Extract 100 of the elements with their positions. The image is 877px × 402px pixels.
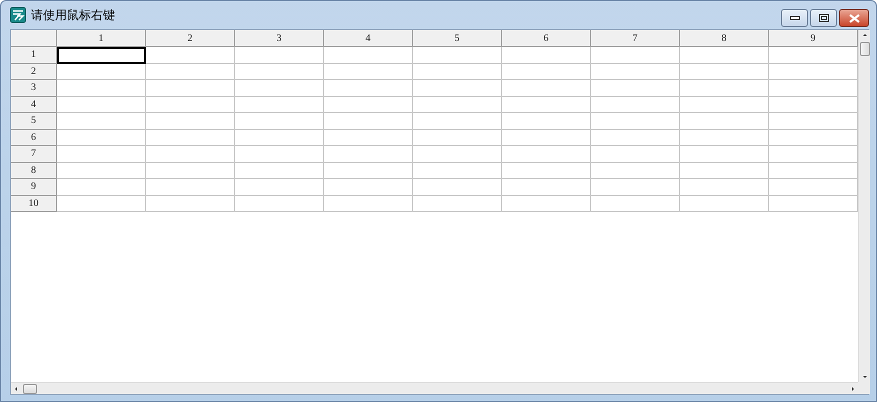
- row-header[interactable]: 9: [11, 179, 57, 196]
- table-cell[interactable]: [146, 130, 235, 146]
- table-cell[interactable]: [146, 80, 235, 96]
- table-cell[interactable]: [680, 96, 769, 113]
- table-cell[interactable]: [146, 96, 235, 113]
- table-cell[interactable]: [235, 64, 324, 80]
- close-icon[interactable]: [848, 14, 860, 22]
- column-header[interactable]: 2: [146, 30, 235, 47]
- table-cell[interactable]: [413, 96, 502, 113]
- table-cell[interactable]: [769, 196, 858, 212]
- table-cell[interactable]: [413, 47, 502, 64]
- table-cell[interactable]: [235, 80, 324, 96]
- table-cell[interactable]: [57, 146, 146, 162]
- maximize-icon[interactable]: [818, 14, 828, 22]
- table-cell[interactable]: [324, 96, 413, 113]
- table-cell[interactable]: [769, 64, 858, 80]
- table-cell[interactable]: [235, 113, 324, 130]
- row-header[interactable]: 7: [11, 146, 57, 162]
- table-cell[interactable]: [769, 146, 858, 162]
- table-cell[interactable]: [413, 64, 502, 80]
- table-cell[interactable]: [502, 80, 591, 96]
- table-cell[interactable]: [680, 130, 769, 146]
- table-cell[interactable]: [235, 96, 324, 113]
- table-cell[interactable]: [502, 47, 591, 64]
- table-cell[interactable]: [235, 196, 324, 212]
- table-cell[interactable]: [769, 80, 858, 96]
- table-cell[interactable]: [769, 130, 858, 146]
- table-cell[interactable]: [502, 196, 591, 212]
- table-cell[interactable]: [235, 162, 324, 179]
- table-cell[interactable]: [502, 130, 591, 146]
- column-header[interactable]: 7: [591, 30, 680, 47]
- row-header[interactable]: 8: [11, 162, 57, 179]
- table-cell[interactable]: [413, 130, 502, 146]
- table-cell[interactable]: [413, 80, 502, 96]
- row-header[interactable]: 5: [11, 113, 57, 130]
- row-header[interactable]: 1: [11, 47, 57, 64]
- table-cell[interactable]: [502, 179, 591, 196]
- table-cell[interactable]: [324, 113, 413, 130]
- table-cell[interactable]: [57, 162, 146, 179]
- table-cell[interactable]: [502, 64, 591, 80]
- table-cell[interactable]: [413, 146, 502, 162]
- table-cell[interactable]: [57, 130, 146, 146]
- table-cell[interactable]: [324, 179, 413, 196]
- table-cell[interactable]: [146, 47, 235, 64]
- table-cell[interactable]: [413, 196, 502, 212]
- column-header[interactable]: 9: [769, 30, 858, 47]
- table-cell[interactable]: [680, 162, 769, 179]
- vertical-scrollbar[interactable]: [858, 30, 870, 382]
- table-cell[interactable]: [57, 179, 146, 196]
- column-header[interactable]: 4: [324, 30, 413, 47]
- table-cell[interactable]: [57, 64, 146, 80]
- table-cell[interactable]: [235, 130, 324, 146]
- table-cell[interactable]: [235, 179, 324, 196]
- table-cell[interactable]: [324, 146, 413, 162]
- table-cell[interactable]: [324, 130, 413, 146]
- table-cell[interactable]: [680, 146, 769, 162]
- table-cell[interactable]: [57, 196, 146, 212]
- table-cell[interactable]: [57, 96, 146, 113]
- table-cell[interactable]: [57, 47, 146, 64]
- table-cell[interactable]: [146, 113, 235, 130]
- scroll-thumb[interactable]: [860, 42, 870, 56]
- table-cell[interactable]: [324, 162, 413, 179]
- table-cell[interactable]: [413, 179, 502, 196]
- table-cell[interactable]: [769, 96, 858, 113]
- table-cell[interactable]: [591, 47, 680, 64]
- table-cell[interactable]: [680, 64, 769, 80]
- table-cell[interactable]: [591, 130, 680, 146]
- table-cell[interactable]: [680, 179, 769, 196]
- table-cell[interactable]: [769, 179, 858, 196]
- table-cell[interactable]: [502, 96, 591, 113]
- table-cell[interactable]: [146, 146, 235, 162]
- row-header[interactable]: 6: [11, 130, 57, 146]
- table-cell[interactable]: [680, 196, 769, 212]
- maximize-button[interactable]: [810, 9, 837, 27]
- column-header[interactable]: 1: [57, 30, 146, 47]
- table-cell[interactable]: [591, 179, 680, 196]
- row-header[interactable]: 4: [11, 96, 57, 113]
- table-cell[interactable]: [769, 47, 858, 64]
- column-header[interactable]: 6: [502, 30, 591, 47]
- table-cell[interactable]: [324, 80, 413, 96]
- row-header[interactable]: 2: [11, 64, 57, 80]
- minimize-button[interactable]: [781, 9, 808, 27]
- table-cell[interactable]: [146, 196, 235, 212]
- column-header[interactable]: 5: [413, 30, 502, 47]
- table-cell[interactable]: [413, 113, 502, 130]
- horizontal-scrollbar[interactable]: [11, 382, 858, 394]
- table-cell[interactable]: [146, 64, 235, 80]
- scroll-thumb[interactable]: [23, 384, 37, 394]
- table-cell[interactable]: [146, 179, 235, 196]
- close-button[interactable]: [839, 9, 869, 27]
- table-cell[interactable]: [680, 113, 769, 130]
- table-cell[interactable]: [235, 146, 324, 162]
- table-cell[interactable]: [235, 47, 324, 64]
- table-cell[interactable]: [769, 113, 858, 130]
- table-cell[interactable]: [146, 162, 235, 179]
- table-cell[interactable]: [413, 162, 502, 179]
- table-cell[interactable]: [324, 64, 413, 80]
- table-cell[interactable]: [769, 162, 858, 179]
- row-header[interactable]: 10: [11, 196, 57, 212]
- table-cell[interactable]: [591, 146, 680, 162]
